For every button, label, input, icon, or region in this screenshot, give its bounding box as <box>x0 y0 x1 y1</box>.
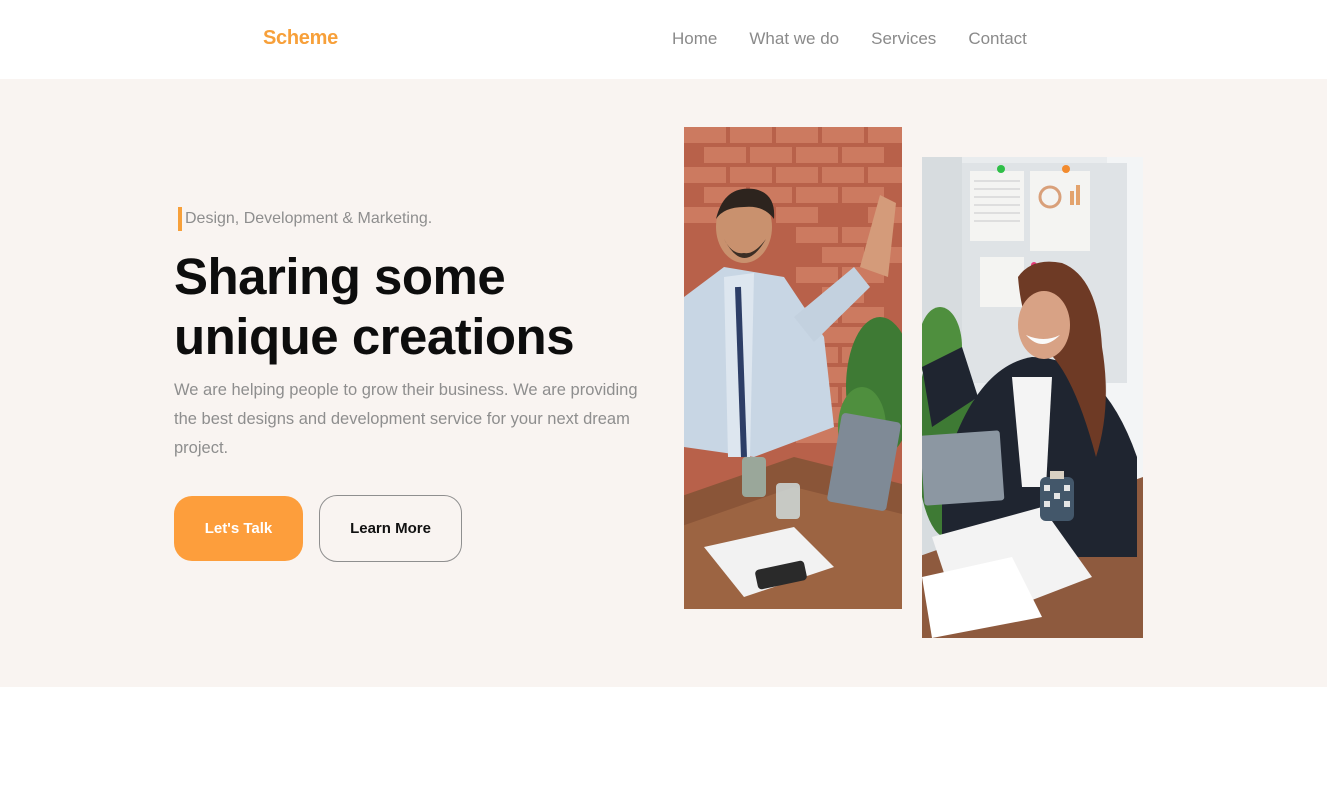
hero-tagline: Design, Development & Marketing. <box>185 210 433 227</box>
man-high-five-photo <box>684 127 902 609</box>
lets-talk-button[interactable]: Let's Talk <box>174 496 303 561</box>
woman-high-five-illustration <box>922 157 1143 638</box>
nav-link-services[interactable]: Services <box>871 29 936 49</box>
hero-title: Sharing some unique creations <box>174 247 654 367</box>
hero-title-line-1: Sharing some <box>174 248 506 305</box>
tagline-accent-bar <box>178 207 182 231</box>
site-header: Scheme Home What we do Services Contact <box>0 0 1327 79</box>
main-nav: Home What we do Services Contact <box>672 29 1027 49</box>
logo[interactable]: Scheme <box>263 27 338 50</box>
learn-more-button[interactable]: Learn More <box>319 495 462 562</box>
hero-title-line-2: unique creations <box>174 308 575 365</box>
woman-high-five-photo <box>922 157 1143 638</box>
nav-link-what-we-do[interactable]: What we do <box>749 29 839 49</box>
hero-description: We are helping people to grow their busi… <box>174 381 638 457</box>
hero-section: Design, Development & Marketing. Sharing… <box>0 79 1327 687</box>
nav-link-contact[interactable]: Contact <box>968 29 1027 49</box>
man-high-five-illustration <box>684 127 902 609</box>
nav-link-home[interactable]: Home <box>672 29 717 49</box>
